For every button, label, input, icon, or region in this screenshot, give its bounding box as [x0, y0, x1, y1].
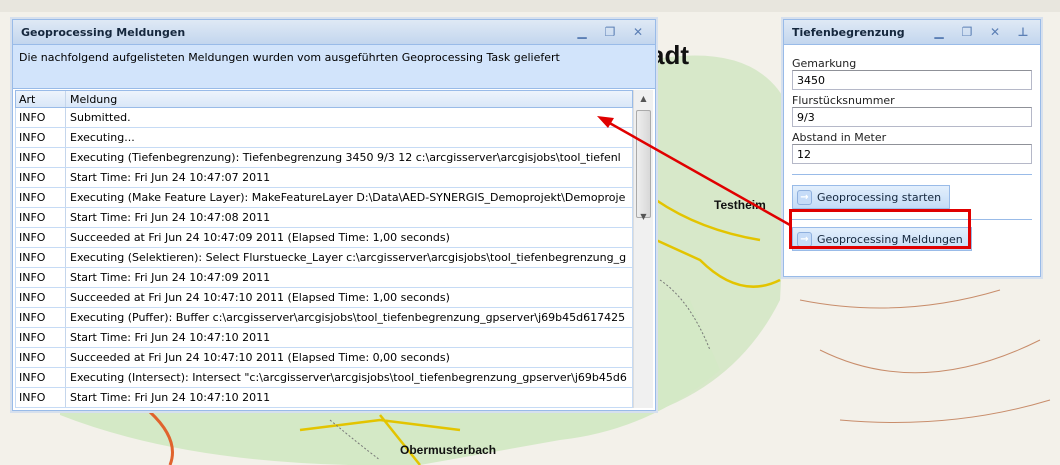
scroll-thumb[interactable] — [636, 110, 651, 218]
cell-art: INFO — [16, 388, 66, 407]
cell-meldung: Executing... — [70, 131, 135, 144]
table-row[interactable]: INFO Submitted. — [15, 108, 633, 128]
column-header-art[interactable]: Art — [16, 91, 66, 107]
cell-art: INFO — [16, 148, 66, 167]
cell-meldung: Start Time: Fri Jun 24 10:47:08 2011 — [70, 211, 271, 224]
messages-grid: Art Meldung INFO Submitted. INFO Executing.… — [15, 90, 653, 408]
table-row[interactable]: INFO Executing... — [15, 128, 633, 148]
cell-meldung: Succeeded at Fri Jun 24 10:47:10 2011 (E… — [70, 351, 450, 364]
geoprocessing-messages-window: Geoprocessing Meldungen ▁ ❐ ✕ Die nachfo… — [12, 19, 656, 411]
cell-art: INFO — [16, 328, 66, 347]
window-title: Tiefenbegrenzung — [792, 25, 905, 39]
pin-icon[interactable]: ⊥ — [1014, 25, 1032, 39]
vertical-scrollbar[interactable]: ▲ ▼ — [633, 90, 653, 408]
column-header-meldung[interactable]: Meldung — [66, 91, 632, 107]
window-titlebar[interactable]: Geoprocessing Meldungen ▁ ❐ ✕ — [13, 20, 655, 45]
highlight-box — [789, 209, 971, 249]
restore-icon[interactable]: ❐ — [958, 25, 976, 39]
arrow-right-icon: → — [797, 189, 812, 205]
cell-meldung: Start Time: Fri Jun 24 10:47:07 2011 — [70, 171, 271, 184]
flurstuecksnummer-input[interactable] — [792, 107, 1032, 127]
table-row[interactable]: INFO Start Time: Fri Jun 24 10:47:07 2011 — [15, 168, 633, 188]
grid-header: Art Meldung — [15, 90, 633, 108]
gemarkung-label: Gemarkung — [792, 57, 857, 70]
table-row[interactable]: INFO Start Time: Fri Jun 24 10:47:09 2011 — [15, 268, 633, 288]
cell-meldung: Executing (Selektieren): Select Flurstue… — [70, 251, 627, 264]
cell-art: INFO — [16, 368, 66, 387]
table-row[interactable]: INFO Start Time: Fri Jun 24 10:47:10 2011 — [15, 328, 633, 348]
restore-icon[interactable]: ❐ — [601, 25, 619, 39]
cell-art: INFO — [16, 228, 66, 247]
window-titlebar[interactable]: Tiefenbegrenzung ▁ ❐ ✕ ⊥ — [784, 20, 1040, 45]
cell-meldung: Start Time: Fri Jun 24 10:47:10 2011 — [70, 391, 271, 404]
cell-meldung: Executing (Intersect): Intersect "c:\arc… — [70, 371, 627, 384]
cell-meldung: Succeeded at Fri Jun 24 10:47:10 2011 (E… — [70, 291, 450, 304]
cell-art: INFO — [16, 108, 66, 127]
map-label-obermusterbach: Obermusterbach — [400, 443, 497, 457]
cell-art: INFO — [16, 268, 66, 287]
minimize-icon[interactable]: ▁ — [930, 25, 948, 39]
window-title: Geoprocessing Meldungen — [21, 25, 186, 39]
cell-art: INFO — [16, 128, 66, 147]
flurstuecksnummer-label: Flurstücksnummer — [792, 94, 895, 107]
divider — [792, 174, 1032, 175]
table-row[interactable]: INFO Executing (Puffer): Buffer c:\arcgis… — [15, 308, 633, 328]
close-icon[interactable]: ✕ — [629, 25, 647, 39]
cell-meldung: Start Time: Fri Jun 24 10:47:10 2011 — [70, 331, 271, 344]
table-row[interactable]: INFO Executing (Selektieren): Select Flur… — [15, 248, 633, 268]
table-row[interactable]: INFO Executing (Make Feature Layer): Make… — [15, 188, 633, 208]
scroll-down-icon[interactable]: ▼ — [634, 208, 653, 226]
table-row[interactable]: INFO Succeeded at Fri Jun 24 10:47:09 201… — [15, 228, 633, 248]
cell-meldung: Executing (Tiefenbegrenzung): Tiefenbegr… — [70, 151, 621, 164]
button-label: Geoprocessing starten — [817, 190, 942, 204]
map-label-testheim: Testheim — [714, 198, 766, 212]
close-icon[interactable]: ✕ — [986, 25, 1004, 39]
cell-art: INFO — [16, 208, 66, 227]
abstand-label: Abstand in Meter — [792, 131, 887, 144]
cell-art: INFO — [16, 188, 66, 207]
cell-art: INFO — [16, 288, 66, 307]
minimize-icon[interactable]: ▁ — [573, 25, 591, 39]
cell-meldung: Succeeded at Fri Jun 24 10:47:09 2011 (E… — [70, 231, 450, 244]
start-geoprocessing-button[interactable]: → Geoprocessing starten — [792, 185, 951, 209]
cell-art: INFO — [16, 248, 66, 267]
cell-art: INFO — [16, 308, 66, 327]
table-row[interactable]: INFO Start Time: Fri Jun 24 10:47:08 2011 — [15, 208, 633, 228]
table-row[interactable]: INFO Executing (Intersect): Intersect "c:… — [15, 368, 633, 388]
abstand-input[interactable] — [792, 144, 1032, 164]
cell-art: INFO — [16, 168, 66, 187]
table-row[interactable]: INFO Succeeded at Fri Jun 24 10:47:10 201… — [15, 348, 633, 368]
info-text: Die nachfolgend aufgelisteten Meldungen … — [13, 45, 655, 89]
table-row[interactable]: INFO Succeeded at Fri Jun 24 10:47:10 201… — [15, 288, 633, 308]
cell-meldung: Start Time: Fri Jun 24 10:47:09 2011 — [70, 271, 271, 284]
gemarkung-input[interactable] — [792, 70, 1032, 90]
table-row[interactable]: INFO Executing (Tiefenbegrenzung): Tiefen… — [15, 148, 633, 168]
cell-art: INFO — [16, 348, 66, 367]
scroll-up-icon[interactable]: ▲ — [634, 90, 653, 108]
cell-meldung: Executing (Puffer): Buffer c:\arcgisserv… — [70, 311, 626, 324]
cell-meldung: Submitted. — [70, 111, 131, 124]
cell-meldung: Executing (Make Feature Layer): MakeFeat… — [70, 191, 626, 204]
table-row[interactable]: INFO Start Time: Fri Jun 24 10:47:10 2011 — [15, 388, 633, 408]
